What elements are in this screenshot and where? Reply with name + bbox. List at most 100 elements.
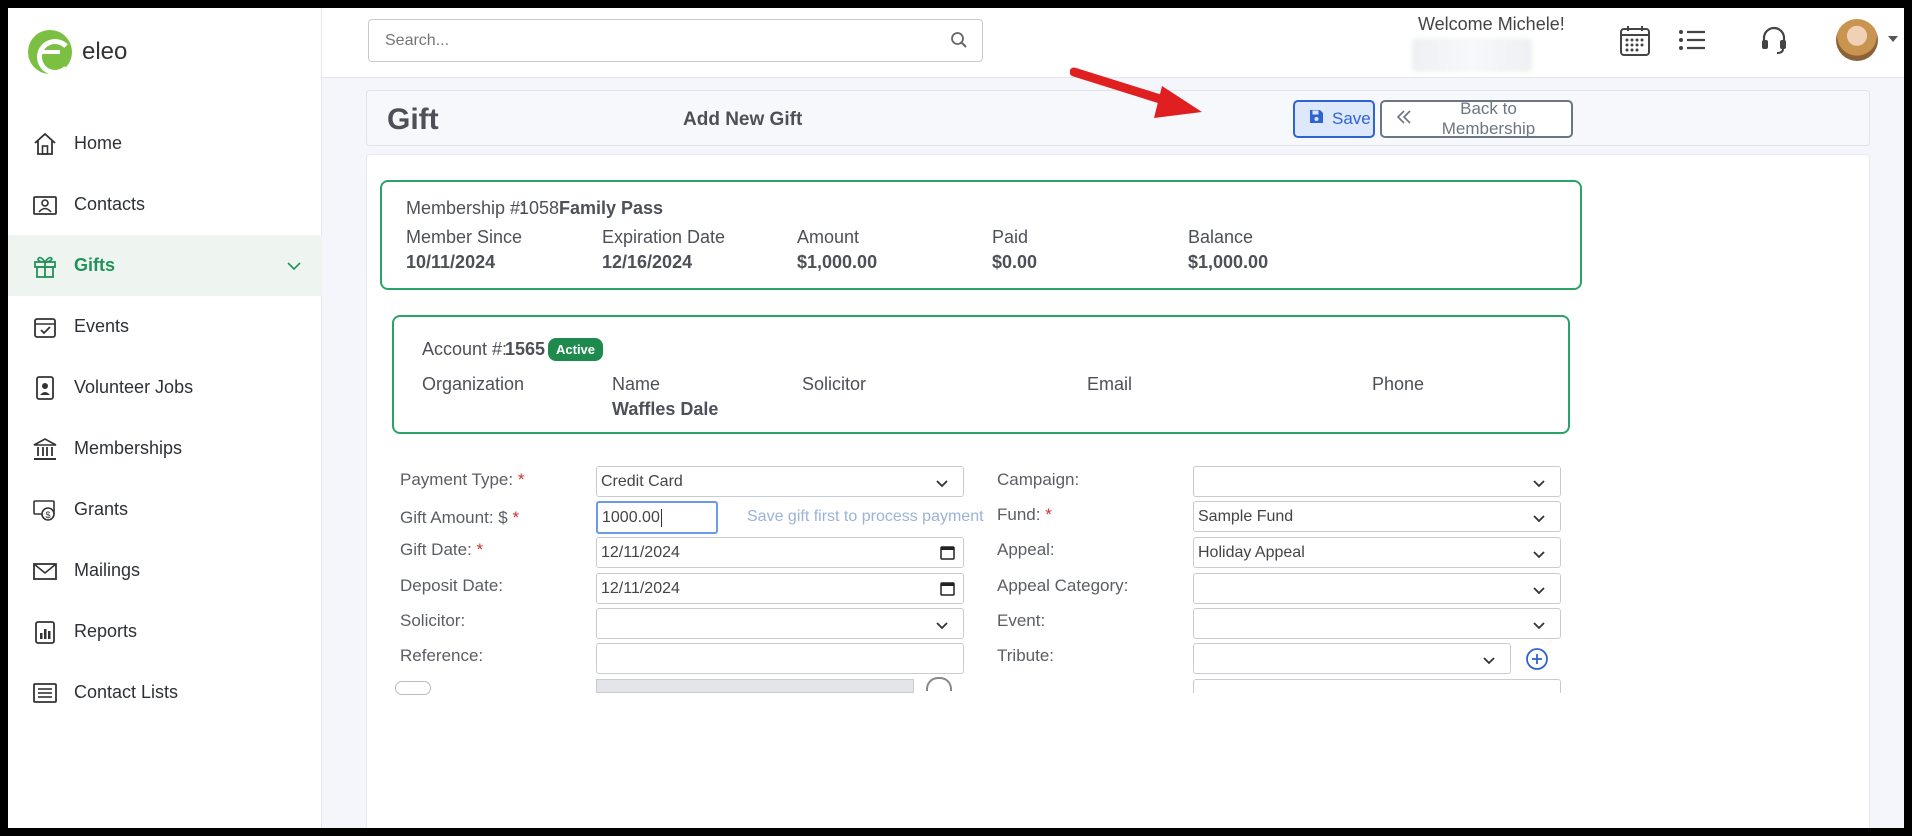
paid-value: $0.00 — [992, 252, 1038, 272]
email-label: Email — [1087, 374, 1133, 394]
balance-value: $1,000.00 — [1188, 252, 1269, 272]
double-chevron-left-icon — [1396, 109, 1412, 129]
paid-label: Paid — [992, 227, 1029, 247]
status-badge: Active — [548, 338, 604, 361]
svg-text:$: $ — [46, 510, 51, 520]
gift-icon — [30, 251, 60, 281]
calendar-icon[interactable] — [940, 581, 955, 601]
gift-amount-label: Gift Amount: $ * — [400, 508, 520, 527]
membership-summary: Membership #: 1058 Family Pass Member Si… — [380, 180, 1582, 290]
campaign-select[interactable] — [1193, 466, 1561, 497]
chevron-down-icon[interactable] — [286, 255, 302, 276]
annotation-arrow-icon — [1070, 67, 1202, 118]
membership-number: 1058 — [519, 198, 560, 218]
disabled-input — [596, 679, 914, 693]
page-subtitle: Add New Gift — [683, 109, 803, 130]
chevron-down-icon — [935, 618, 949, 636]
chevron-down-icon — [1532, 511, 1546, 529]
sidebar-nav: Home Contacts Gifts Events Volunteer Job… — [8, 113, 322, 723]
gift-date-value: 12/11/2024 — [601, 543, 680, 561]
sidebar-item-memberships[interactable]: Memberships — [8, 418, 322, 479]
name-value: Waffles Dale — [612, 399, 719, 419]
headset-support-icon[interactable] — [1758, 24, 1790, 61]
deposit-date-input[interactable]: 12/11/2024 — [596, 573, 964, 604]
brand-logo[interactable]: eleo — [28, 30, 127, 75]
campaign-label: Campaign: — [997, 470, 1080, 489]
contact-card-icon — [30, 190, 60, 220]
search-box — [368, 19, 983, 62]
payment-type-select[interactable]: Credit Card — [596, 466, 964, 497]
fund-label: Fund: * — [997, 505, 1052, 524]
caret-down-icon[interactable] — [1888, 36, 1898, 42]
avatar[interactable] — [1836, 19, 1878, 61]
gift-date-label: Gift Date: * — [400, 540, 484, 559]
tribute-label: Tribute: — [997, 646, 1055, 665]
circle-button-icon[interactable] — [926, 677, 952, 691]
sidebar-item-mailings[interactable]: Mailings — [8, 540, 322, 601]
chevron-down-icon — [1532, 618, 1546, 636]
chevron-down-icon — [1532, 476, 1546, 494]
solicitor-select[interactable] — [596, 608, 964, 639]
save-button[interactable]: Save — [1293, 100, 1375, 138]
appeal-category-label: Appeal Category: — [997, 576, 1129, 595]
sidebar-item-grants[interactable]: $ Grants — [8, 479, 322, 540]
envelope-icon — [30, 556, 60, 586]
tribute-select[interactable] — [1193, 643, 1511, 674]
calendar-icon[interactable] — [940, 545, 955, 565]
next-select-partial[interactable] — [1193, 679, 1561, 693]
sidebar-item-label: Reports — [74, 621, 138, 641]
member-since-label: Member Since — [406, 227, 523, 247]
search-icon[interactable] — [950, 31, 968, 54]
member-since-value: 10/11/2024 — [406, 252, 496, 272]
appeal-value: Holiday Appeal — [1198, 543, 1305, 561]
amount-label: Amount — [797, 227, 860, 247]
gift-amount-input[interactable]: 1000.00 — [596, 501, 718, 534]
phone-label: Phone — [1372, 374, 1425, 394]
chevron-down-icon — [1532, 583, 1546, 601]
gift-date-input[interactable]: 12/11/2024 — [596, 537, 964, 568]
welcome-message: Welcome Michele! — [1418, 14, 1565, 34]
redacted-area — [1412, 38, 1532, 72]
sidebar-item-label: Home — [74, 133, 123, 153]
gift-amount-value: 1000.00 — [602, 508, 660, 526]
sidebar-item-contact-lists[interactable]: Contact Lists — [8, 662, 322, 723]
eleo-logo-icon — [28, 30, 73, 75]
sidebar-item-gifts[interactable]: Gifts — [8, 235, 322, 296]
sidebar-item-label: Grants — [74, 499, 129, 519]
home-icon — [30, 129, 60, 159]
event-select[interactable] — [1193, 608, 1561, 639]
search-input[interactable] — [369, 20, 909, 61]
deposit-date-label: Deposit Date: — [400, 576, 503, 595]
calendar-grid-icon[interactable] — [1618, 24, 1652, 63]
solicitor-label: Solicitor — [802, 374, 867, 394]
task-list-icon[interactable] — [1676, 24, 1708, 61]
reference-input[interactable] — [596, 643, 964, 674]
membership-number-label: Membership #: — [406, 198, 526, 218]
sidebar-item-events[interactable]: Events — [8, 296, 322, 357]
sidebar-item-label: Memberships — [74, 438, 183, 458]
sidebar-item-label: Contact Lists — [74, 682, 179, 702]
sidebar-item-volunteer-jobs[interactable]: Volunteer Jobs — [8, 357, 322, 418]
reference-label: Reference: — [400, 646, 484, 665]
sidebar: eleo Home Contacts Gifts Events Voluntee… — [8, 8, 322, 828]
chevron-down-icon — [1482, 653, 1496, 671]
bank-icon — [30, 434, 60, 464]
sidebar-item-label: Gifts — [74, 255, 116, 275]
back-to-membership-button[interactable]: Back to Membership — [1380, 99, 1573, 138]
sidebar-item-reports[interactable]: Reports — [8, 601, 322, 662]
toggle-switch[interactable] — [395, 681, 431, 695]
sidebar-item-label: Contacts — [74, 194, 146, 214]
account-number-label: Account #: — [422, 339, 508, 359]
add-tribute-plus-icon[interactable] — [1525, 647, 1549, 676]
event-label: Event: — [997, 611, 1046, 630]
appeal-select[interactable]: Holiday Appeal — [1193, 537, 1561, 568]
fund-select[interactable]: Sample Fund — [1193, 501, 1561, 532]
sidebar-item-contacts[interactable]: Contacts — [8, 174, 322, 235]
solicitor-field-label: Solicitor: — [400, 611, 466, 630]
report-icon — [30, 617, 60, 647]
chevron-down-icon — [935, 476, 949, 494]
account-number: 1565 — [505, 339, 546, 359]
appeal-category-select[interactable] — [1193, 573, 1561, 604]
membership-type: Family Pass — [559, 198, 664, 218]
sidebar-item-home[interactable]: Home — [8, 113, 322, 174]
